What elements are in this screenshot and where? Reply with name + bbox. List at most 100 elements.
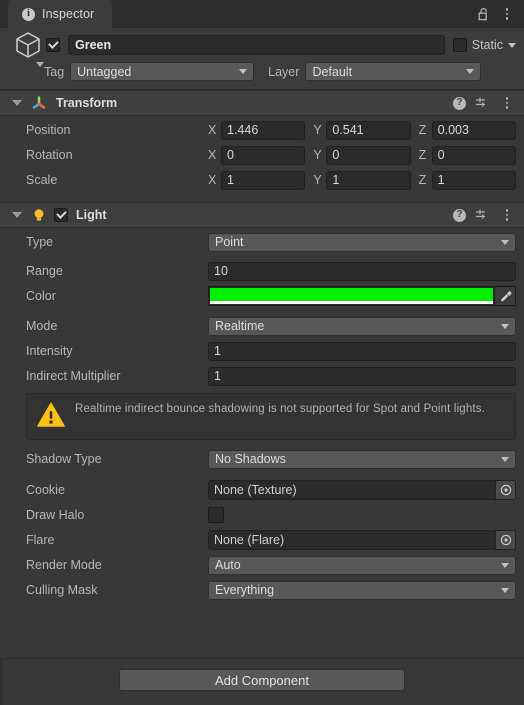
scale-x-value: 1 [227, 173, 234, 187]
chevron-down-icon [501, 456, 509, 462]
help-icon[interactable]: ? [453, 96, 466, 110]
kebab-menu-icon[interactable] [496, 3, 518, 25]
flare-value: None (Flare) [214, 533, 285, 547]
tab-bar: i Inspector [0, 0, 524, 28]
tab-inspector[interactable]: i Inspector [8, 0, 113, 28]
chevron-down-icon [501, 323, 509, 329]
add-component-area: Add Component [0, 658, 524, 705]
culling-mask-value: Everything [215, 583, 275, 597]
property-row-mode: Mode Realtime [8, 316, 516, 336]
layer-dropdown[interactable]: Default [305, 62, 482, 81]
light-intensity-value: 1 [214, 344, 221, 358]
rotation-x-input[interactable]: 0 [221, 145, 306, 165]
axis-label-x: X [208, 173, 217, 187]
component-actions-light: ? [453, 204, 518, 226]
property-row-type: Type Point [8, 232, 516, 252]
light-indirect-multiplier-input[interactable]: 1 [208, 366, 516, 386]
component-header-transform[interactable]: Transform ? [0, 90, 524, 116]
axis-label-x: X [208, 148, 217, 162]
light-mode-value: Realtime [215, 319, 265, 333]
culling-mask-dropdown[interactable]: Everything [208, 580, 516, 600]
add-component-label: Add Component [215, 672, 309, 688]
static-control: Static [452, 38, 516, 52]
object-picker-icon[interactable] [495, 531, 515, 549]
tag-dropdown[interactable]: Untagged [70, 62, 255, 81]
light-enabled-checkbox[interactable] [54, 208, 68, 222]
property-label-shadow-type: Shadow Type [26, 452, 102, 466]
property-row-shadow-type: Shadow Type No Shadows [8, 449, 516, 469]
component-header-light[interactable]: Light ? [0, 202, 524, 228]
property-row-range: Range 10 [8, 261, 516, 281]
cube-dropdown-arrow-icon[interactable] [36, 62, 44, 67]
position-z-input[interactable]: 0.003 [431, 120, 516, 140]
property-label-position: Position [26, 123, 71, 137]
gameobject-enabled-checkbox[interactable] [46, 38, 60, 52]
warning-message: Realtime indirect bounce shadowing is no… [75, 403, 485, 415]
property-label-flare: Flare [26, 533, 55, 547]
inspector-body: Green Static Tag Untagged Layer Default [0, 28, 524, 658]
rotation-x-value: 0 [227, 148, 234, 162]
render-mode-dropdown[interactable]: Auto [208, 555, 516, 575]
position-y-input[interactable]: 0.541 [326, 120, 411, 140]
object-picker-icon[interactable] [495, 481, 515, 499]
light-color-field[interactable] [208, 286, 516, 306]
light-indirect-multiplier-value: 1 [214, 369, 221, 383]
preset-sliders-icon[interactable] [470, 204, 492, 226]
light-mode-dropdown[interactable]: Realtime [208, 316, 516, 336]
axis-label-y: Y [313, 173, 322, 187]
property-label-type: Type [26, 235, 54, 249]
chevron-down-icon [501, 562, 509, 568]
light-range-input[interactable]: 10 [208, 261, 516, 281]
rotation-y-input[interactable]: 0 [326, 145, 411, 165]
foldout-arrow-icon[interactable] [12, 212, 22, 218]
tab-inspector-label: Inspector [42, 7, 95, 21]
eyedropper-icon[interactable] [494, 287, 515, 305]
static-dropdown-arrow-icon[interactable] [508, 42, 516, 48]
preset-sliders-icon[interactable] [470, 92, 492, 114]
light-intensity-input[interactable]: 1 [208, 341, 516, 361]
rotation-z-value: 0 [437, 148, 445, 162]
color-swatch[interactable] [209, 287, 494, 305]
gameobject-header: Green Static Tag Untagged Layer Default [0, 28, 524, 90]
chevron-down-icon [466, 69, 475, 74]
draw-halo-checkbox[interactable] [208, 507, 224, 523]
tag-value: Untagged [77, 64, 132, 79]
static-label: Static [471, 38, 503, 52]
axis-label-y: Y [313, 148, 322, 162]
property-row-rotation: Rotation X 0 Y 0 Z 0 [8, 145, 516, 165]
light-range-value: 10 [214, 264, 228, 278]
property-label-cookie: Cookie [26, 483, 65, 497]
help-icon[interactable]: ? [453, 208, 466, 222]
shadow-type-dropdown[interactable]: No Shadows [208, 449, 516, 469]
add-component-button[interactable]: Add Component [119, 669, 405, 691]
body-spacer [0, 606, 524, 618]
light-type-dropdown[interactable]: Point [208, 232, 516, 252]
property-label-range: Range [26, 264, 63, 278]
scale-z-input[interactable]: 1 [431, 170, 516, 190]
static-checkbox[interactable] [452, 38, 467, 52]
gameobject-name-input[interactable]: Green [68, 35, 445, 55]
scale-y-value: 1 [332, 173, 340, 187]
scale-y-input[interactable]: 1 [326, 170, 411, 190]
component-actions-transform: ? [453, 92, 518, 114]
tag-layer-row: Tag Untagged Layer Default [8, 62, 516, 81]
property-row-flare: Flare None (Flare) [8, 530, 516, 550]
kebab-menu-icon[interactable] [496, 204, 518, 226]
scale-x-input[interactable]: 1 [221, 170, 306, 190]
property-label-color: Color [26, 289, 56, 303]
chevron-down-icon [239, 69, 248, 74]
rotation-z-input[interactable]: 0 [431, 145, 516, 165]
position-x-input[interactable]: 1.446 [221, 120, 306, 140]
axis-label-z: Z [418, 173, 427, 187]
warning-triangle-icon [37, 402, 65, 431]
padlock-unlocked-icon[interactable] [472, 3, 494, 25]
rotation-y-value: 0 [332, 148, 340, 162]
cookie-object-field[interactable]: None (Texture) [208, 480, 516, 500]
property-label-intensity: Intensity [26, 344, 73, 358]
flare-object-field[interactable]: None (Flare) [208, 530, 516, 550]
foldout-arrow-icon[interactable] [12, 100, 22, 106]
component-title-light: Light [76, 208, 107, 222]
cube-icon[interactable] [10, 30, 46, 67]
kebab-menu-icon[interactable] [496, 92, 518, 114]
property-row-color: Color [8, 286, 516, 306]
